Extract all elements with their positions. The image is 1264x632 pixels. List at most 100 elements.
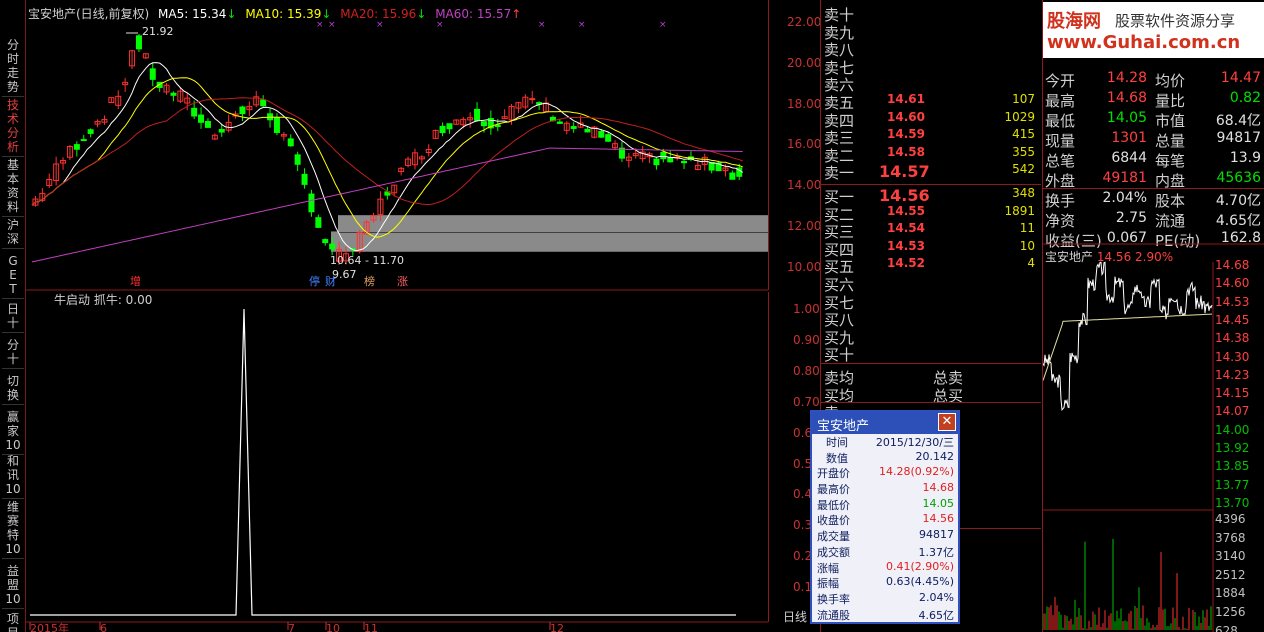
mini-price-tick: 14.07 (1215, 404, 1250, 419)
tab-7[interactable]: 切 换 (2, 372, 24, 405)
popup-key: 开盘价 (817, 467, 850, 481)
kline-header: 宝安地产(日线,前复权) MA5: 15.34↓ MA10: 15.39↓ MA… (28, 5, 526, 21)
candle (494, 124, 501, 128)
book-row[interactable]: 买九 (821, 327, 1041, 347)
candle (73, 144, 80, 150)
event-marker: 榜 (364, 274, 375, 288)
event-marker: 停 (309, 274, 320, 288)
book-volume: 107 (1012, 92, 1035, 106)
popup-titlebar[interactable]: 宝安地产 ✕ (812, 412, 958, 434)
tab-9[interactable]: 和 讯 10 (2, 452, 24, 499)
book-row[interactable]: 卖三 14.59 415 (821, 127, 1041, 147)
candle (308, 193, 315, 213)
candle (446, 123, 453, 130)
popup-key: 数值 (826, 451, 848, 465)
popup-key: 最高价 (817, 483, 850, 497)
popup-key: 振幅 (817, 577, 839, 591)
popup-value: 14.56 (922, 512, 955, 526)
book-row[interactable]: 买八 (821, 309, 1041, 329)
data-popup[interactable]: 宝安地产 ✕ 时间 2015/12/30/三 数值 20.142 开盘价 14.28(0.… (810, 410, 960, 624)
high-price-label: 21.92 (142, 25, 174, 38)
book-price: 14.57 (879, 162, 930, 182)
mini-price-tick: 14.53 (1215, 294, 1250, 309)
popup-key: 流通股 (817, 608, 850, 622)
price-tick: 18.00 (787, 96, 822, 111)
kline-chart-canvas[interactable]: 21.929.6710.64 - 11.70增停财榜涨× × × × × × ×2015年 6… (26, 0, 768, 632)
candle (708, 161, 715, 171)
event-marker: 增 (130, 274, 141, 288)
range-label: 10.64 - 11.70 (330, 254, 404, 267)
event-marker: 财 (325, 274, 336, 288)
time-axis-label: 6 (100, 622, 107, 632)
book-row[interactable]: 买五 14.52 4 (821, 256, 1041, 276)
tab-6[interactable]: 分 十 (2, 336, 24, 369)
book-level-label: 卖一 (824, 164, 855, 183)
indicator-tick: 0.80 (793, 363, 820, 378)
candle (570, 126, 577, 129)
close-icon[interactable]: ✕ (938, 413, 956, 431)
book-row[interactable]: 卖十 (821, 4, 1041, 24)
book-price: 14.61 (887, 92, 925, 106)
book-row[interactable]: 买十 (821, 344, 1041, 364)
book-row[interactable]: 卖七 (821, 57, 1041, 77)
mini-volume-tick: 4396 (1215, 512, 1246, 526)
book-price: 14.58 (887, 144, 925, 159)
popup-row: 流通股 4.65亿 (812, 607, 958, 623)
book-row[interactable]: 买二 14.55 1891 (821, 204, 1041, 224)
left-vertical-tabs: 分 时 走 势技 术 分 析基 本 资 料沪 深 G E T日 十分 十切 换赢 … (0, 0, 26, 632)
price-tick: 16.00 (787, 137, 822, 152)
book-row[interactable]: 卖九 (821, 22, 1041, 42)
time-axis-label: 11 (364, 622, 378, 632)
book-price: 14.54 (887, 221, 925, 236)
candle (439, 125, 446, 134)
tab-10[interactable]: 维 赛 特 10 (2, 498, 24, 559)
candle (204, 121, 211, 128)
tab-5[interactable]: 日 十 (2, 300, 24, 333)
book-volume: 11 (1019, 221, 1035, 236)
popup-key: 成交量 (817, 530, 850, 544)
candle (681, 160, 688, 164)
tab-2[interactable]: 基 本 资 料 (2, 156, 24, 217)
tab-4[interactable]: G E T (2, 252, 24, 299)
indicator-header: 牛启动 抓牛: 0.00 (54, 293, 153, 307)
book-row[interactable]: 卖八 (821, 39, 1041, 59)
book-row[interactable]: 买一 14.56 348 (821, 186, 1041, 206)
book-row[interactable]: 卖一 14.57 542 (821, 162, 1041, 183)
candle (329, 243, 336, 250)
tab-3[interactable]: 沪 深 (2, 216, 24, 249)
indicator-tick: 0.90 (793, 332, 820, 347)
book-row[interactable]: 卖二 14.58 355 (821, 144, 1041, 165)
tab-8[interactable]: 赢 家 10 (2, 408, 24, 455)
tab-11[interactable]: 益 盟 10 (2, 562, 24, 609)
down-arrow-icon: ↓ (226, 7, 237, 21)
book-price: 14.59 (887, 127, 925, 142)
book-row[interactable]: 买六 (821, 274, 1041, 294)
indicator-tick: 0.70 (793, 394, 820, 409)
book-row[interactable]: 卖六 (821, 74, 1041, 94)
tab-12[interactable]: 项 目 (2, 610, 24, 632)
candle (80, 139, 87, 142)
book-row[interactable]: 卖五 14.61 107 (821, 92, 1041, 112)
price-tick: 20.00 (787, 55, 822, 70)
candle (729, 172, 736, 180)
popup-row: 最低价 14.05 (812, 497, 958, 513)
tab-1[interactable]: 技 术 分 析 (2, 96, 24, 157)
book-row[interactable]: 卖四 14.60 1029 (821, 109, 1041, 130)
main-chart-area[interactable]: 21.92 9.67 10.64 - 11.70 增停财榜涨 × × × × × × × 2015年 6… (26, 0, 768, 632)
book-price: 14.60 (887, 109, 925, 124)
indicator-line (30, 308, 736, 616)
tab-0[interactable]: 分 时 走 势 (2, 36, 24, 97)
candle (170, 92, 177, 96)
ma60-label: MA60: 15.57 (435, 7, 512, 21)
mini-volume-tick: 3768 (1215, 530, 1246, 545)
popup-value: 14.05 (922, 496, 955, 510)
price-tick: 22.00 (787, 15, 822, 29)
x-marker-icon: × (659, 20, 667, 30)
candle (605, 134, 612, 142)
book-row[interactable]: 买七 (821, 292, 1041, 312)
book-row[interactable]: 买三 14.54 11 (821, 221, 1041, 241)
popup-row: 涨幅 0.41(2.90%) (812, 560, 958, 576)
intraday-avg-line (1043, 313, 1212, 381)
book-row[interactable]: 买四 14.53 10 (821, 239, 1041, 259)
mini-price-tick: 14.45 (1215, 312, 1250, 327)
